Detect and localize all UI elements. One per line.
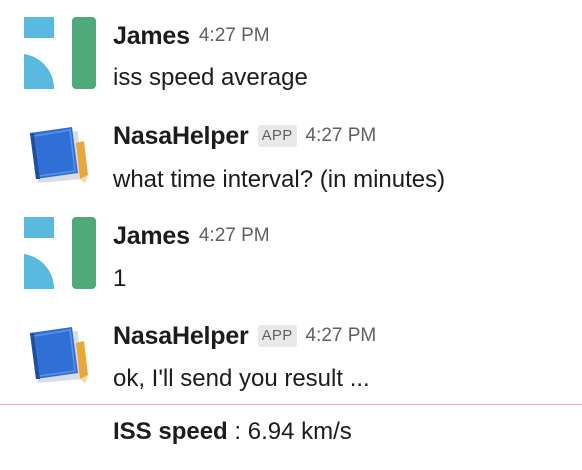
user-avatar-icon[interactable] <box>24 217 96 289</box>
result-value: : 6.94 km/s <box>227 418 352 445</box>
message-text: iss speed average <box>113 64 308 91</box>
message-header: NasaHelper APP 4:27 PM <box>113 320 376 352</box>
notebook-pencil-icon[interactable] <box>24 117 96 189</box>
app-badge: APP <box>257 325 297 347</box>
sender-name[interactable]: NasaHelper <box>113 122 249 151</box>
sender-name[interactable]: James <box>113 222 190 251</box>
message-header: James 4:27 PM <box>113 220 270 252</box>
new-messages-divider <box>0 404 582 405</box>
result-label: ISS speed <box>113 418 228 445</box>
timestamp[interactable]: 4:27 PM <box>306 125 377 147</box>
notebook-pencil-icon[interactable] <box>24 317 96 389</box>
message-text: ok, I'll send you result ... <box>113 365 370 392</box>
user-avatar-icon[interactable] <box>24 17 96 89</box>
sender-name[interactable]: NasaHelper <box>113 322 249 351</box>
message-header: NasaHelper APP 4:27 PM <box>113 120 376 152</box>
app-badge: APP <box>257 125 297 147</box>
timestamp[interactable]: 4:27 PM <box>306 325 377 347</box>
sender-name[interactable]: James <box>113 22 190 51</box>
message-text: 1 <box>113 265 127 292</box>
speed-result: ISS speed : 6.94 km/s <box>113 418 352 446</box>
timestamp[interactable]: 4:27 PM <box>199 25 270 47</box>
timestamp[interactable]: 4:27 PM <box>199 225 270 247</box>
message-text: what time interval? (in minutes) <box>113 166 446 193</box>
message-header: James 4:27 PM <box>113 20 270 52</box>
